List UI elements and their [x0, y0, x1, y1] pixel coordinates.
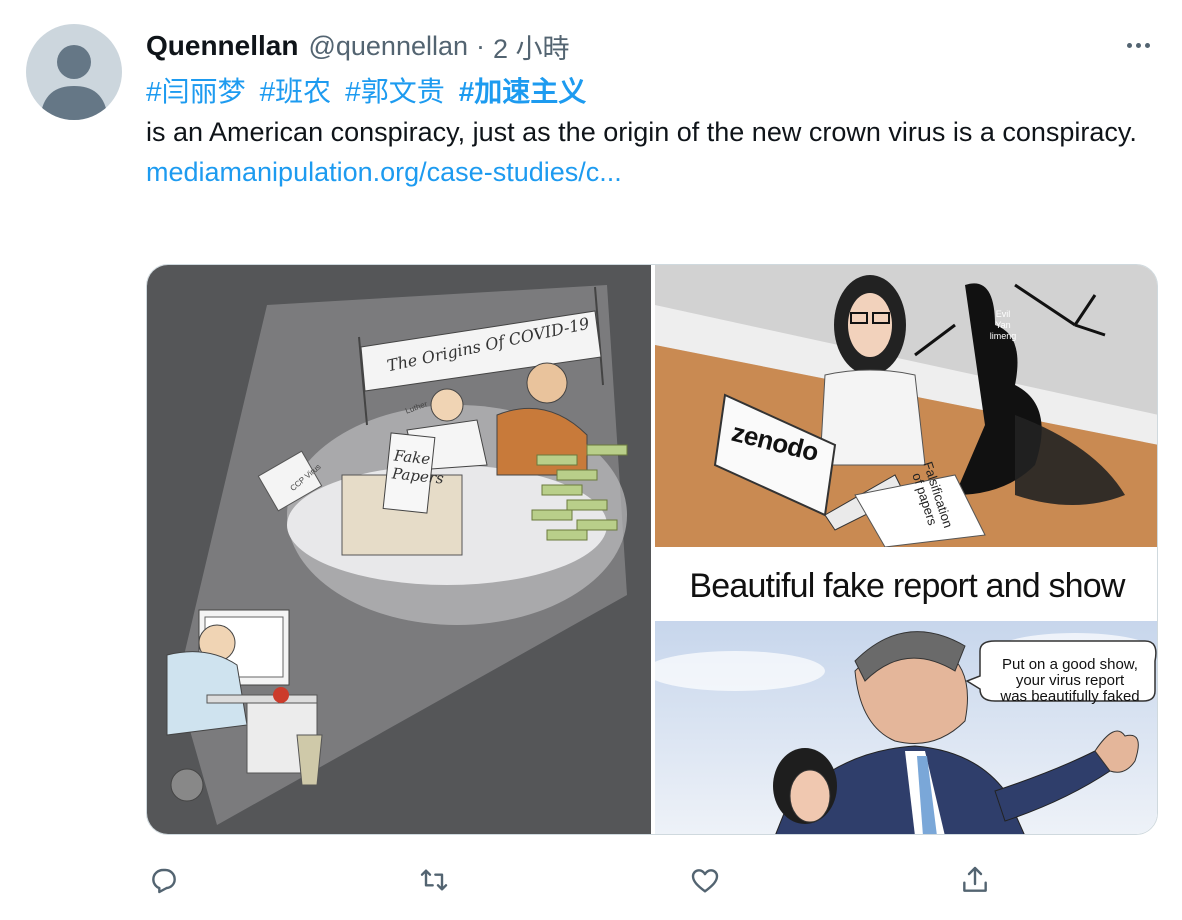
fake-papers-caption: Fake Papers [391, 446, 445, 488]
avatar[interactable] [26, 24, 122, 120]
article-link[interactable]: mediamanipulation.org/case-studies/c... [146, 152, 1146, 192]
cartoon-origins-illustration [166, 285, 628, 825]
tweet-body: is an American conspiracy, just as the o… [146, 117, 1137, 147]
speech-bubble-text: Put on a good show, your virus report wa… [1000, 656, 1140, 705]
user-handle[interactable]: @quennellan [308, 31, 468, 62]
more-dots-icon [1126, 42, 1150, 48]
report-banner-title: Beautiful fake report and show [655, 551, 1157, 621]
tweet-header: Quennellan @quennellan · 2 小時 [146, 28, 570, 64]
like-icon [691, 869, 719, 893]
cartoon-zenodo-panel[interactable]: zenodo Evil Yan limeng Falsification of … [655, 265, 1157, 547]
reply-icon [152, 868, 176, 894]
display-name[interactable]: Quennellan [146, 30, 298, 62]
cartoon-zenodo-illustration [655, 265, 1157, 547]
cartoon-fake-report-panel[interactable]: Beautiful fake report and show Put on a … [655, 551, 1157, 834]
media-grid[interactable]: The Origins Of COVID-19 Fake Papers CCP … [146, 264, 1158, 835]
cartoon-origins-panel[interactable]: The Origins Of COVID-19 Fake Papers CCP … [147, 265, 651, 834]
separator-dot: · [476, 30, 486, 61]
retweet-button[interactable] [410, 856, 458, 904]
default-avatar-icon [40, 45, 108, 120]
reply-button[interactable] [140, 856, 188, 904]
timestamp[interactable]: 2 小時 [493, 27, 570, 66]
share-button[interactable] [951, 856, 999, 904]
like-button[interactable] [681, 856, 729, 904]
hashtag-link[interactable]: #闫丽梦 [146, 72, 246, 112]
hashtag-row: #闫丽梦 #班农 #郭文贵 #加速主义 [146, 72, 1146, 112]
tweet-text: #闫丽梦 #班农 #郭文贵 #加速主义 is an American consp… [146, 72, 1146, 192]
hashtag-link[interactable]: #郭文贵 [345, 72, 445, 112]
hashtag-link[interactable]: #班农 [260, 72, 332, 112]
action-bar [0, 856, 1182, 904]
more-options-button[interactable] [1118, 30, 1158, 60]
retweet-icon [420, 869, 448, 891]
share-icon [963, 866, 987, 892]
evil-shadow-caption: Evil Yan limeng [989, 309, 1017, 341]
hashtag-link[interactable]: #加速主义 [459, 72, 587, 112]
